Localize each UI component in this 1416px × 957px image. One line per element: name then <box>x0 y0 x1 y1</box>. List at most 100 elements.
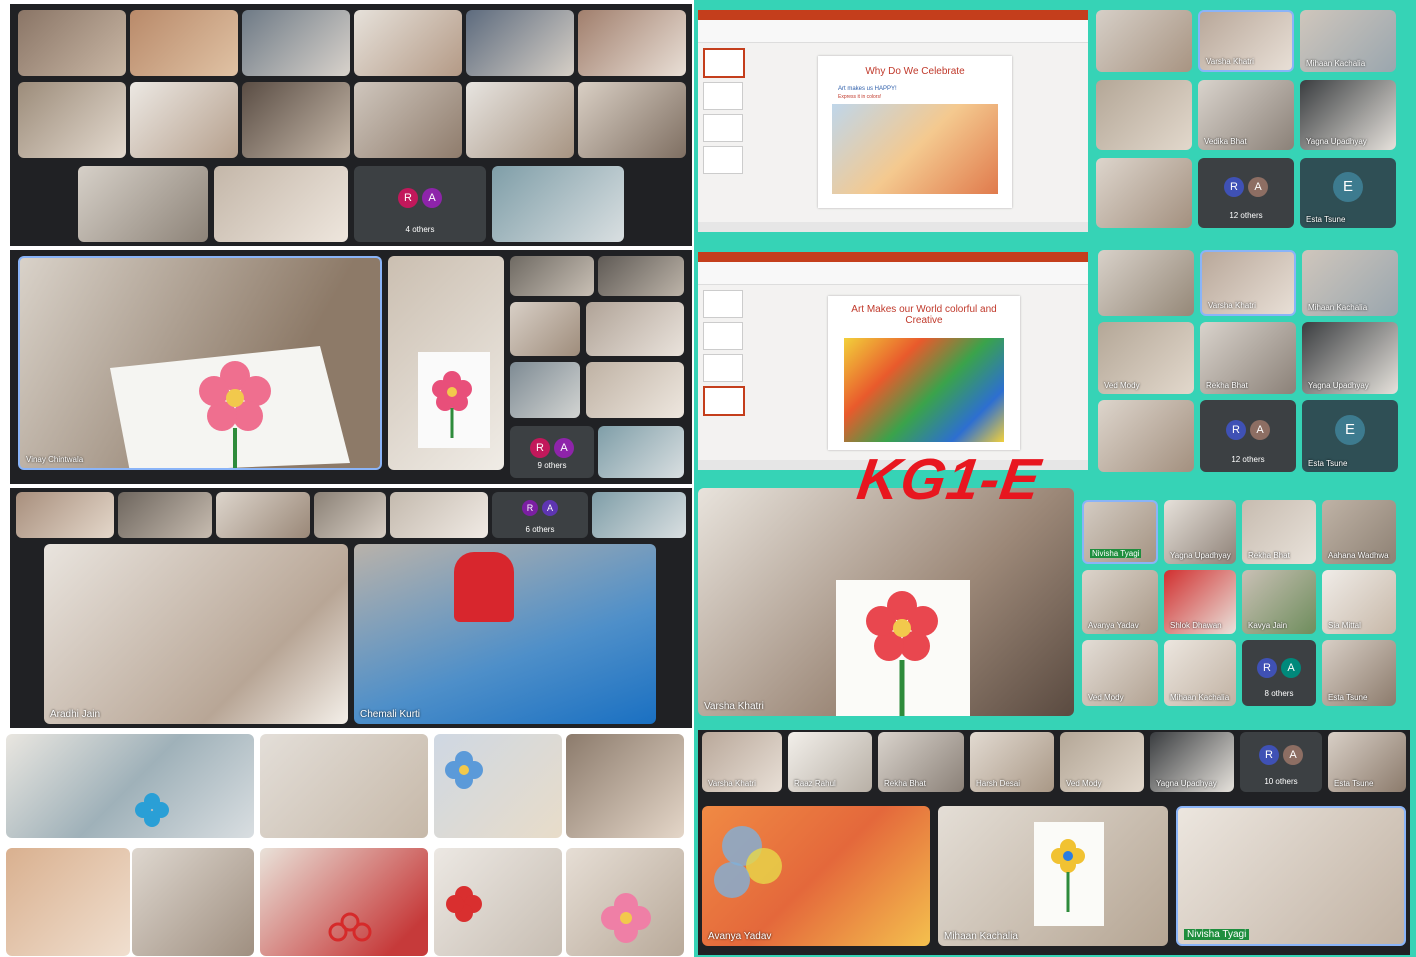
video-tile[interactable] <box>78 166 208 242</box>
slide-thumbnail[interactable] <box>703 290 743 318</box>
video-tile[interactable] <box>214 166 348 242</box>
video-tile[interactable]: E Esta Tsune <box>1302 400 1398 472</box>
video-tile[interactable]: Raaz Rahul <box>788 732 872 792</box>
avatar: R <box>1224 177 1244 198</box>
video-tile[interactable]: Ved Mody <box>1060 732 1144 792</box>
participant-name: Varsha Khatri <box>1208 301 1256 310</box>
video-tile[interactable]: Nivisha Tyagi <box>1082 500 1158 564</box>
video-tile-large[interactable]: Aradhi Jain <box>44 544 348 724</box>
spotlight-video[interactable]: Vinay Chintwala <box>18 256 382 470</box>
flower-drawing <box>328 912 372 942</box>
video-tile[interactable] <box>578 10 686 76</box>
video-tile[interactable]: Sia Mittal <box>1322 570 1396 634</box>
video-tile[interactable]: Yagna Upadhyay <box>1300 80 1396 150</box>
video-tile[interactable]: E Esta Tsune <box>1300 158 1396 228</box>
video-tile[interactable] <box>130 82 238 158</box>
avatar-group: R A <box>530 437 574 458</box>
video-tile[interactable] <box>1096 158 1192 228</box>
others-tile[interactable]: R A 6 others <box>492 492 588 538</box>
avatar: A <box>1283 744 1303 765</box>
flower-drawing <box>446 886 482 922</box>
slide-thumbnail[interactable] <box>703 146 743 174</box>
video-tile[interactable]: Yagna Upadhyay <box>1164 500 1236 564</box>
video-tile[interactable] <box>16 492 114 538</box>
video-tile[interactable]: Vedika Bhat <box>1198 80 1294 150</box>
video-tile[interactable] <box>510 362 580 418</box>
video-tile[interactable]: Rekha Bhat <box>1242 500 1316 564</box>
others-tile[interactable]: R A 12 others <box>1200 400 1296 472</box>
video-tile[interactable] <box>492 166 624 242</box>
video-tile[interactable] <box>1096 80 1192 150</box>
others-tile[interactable]: R A 9 others <box>510 426 594 478</box>
slide-thumbnail[interactable] <box>703 386 745 416</box>
video-tile[interactable] <box>510 256 594 296</box>
video-tile[interactable] <box>466 82 574 158</box>
video-tile[interactable] <box>118 492 212 538</box>
video-tile[interactable] <box>466 10 574 76</box>
video-tile-large[interactable]: Chemali Kurti <box>354 544 656 724</box>
video-tile[interactable] <box>354 10 462 76</box>
video-tile[interactable]: Esta Tsune <box>1322 640 1396 706</box>
video-tile[interactable]: Ved Mody <box>1098 322 1194 394</box>
participant-name: Vedika Bhat <box>1204 137 1247 146</box>
video-tile[interactable] <box>578 82 686 158</box>
flower-drawing <box>445 751 483 789</box>
participant-name: Aradhi Jain <box>50 709 101 720</box>
video-tile[interactable]: Avanya Yadav <box>1082 570 1158 634</box>
slide-thumbnail[interactable] <box>703 322 743 350</box>
video-tile[interactable] <box>1098 400 1194 472</box>
video-tile[interactable]: Mihaan Kachalia <box>1300 10 1396 72</box>
video-tile[interactable]: Harsh Desai <box>970 732 1054 792</box>
video-tile-large[interactable]: Mihaan Kachalia <box>938 806 1168 946</box>
video-tile[interactable] <box>390 492 488 538</box>
others-tile[interactable]: R A 8 others <box>1242 640 1316 706</box>
video-tile[interactable] <box>586 362 684 418</box>
video-tile[interactable]: Varsha Khatri <box>702 732 782 792</box>
video-tile[interactable] <box>388 256 504 470</box>
video-tile[interactable] <box>18 82 126 158</box>
video-tile[interactable] <box>510 302 580 356</box>
video-tile[interactable]: Varsha Khatri <box>1200 250 1296 316</box>
video-tile[interactable]: Kavya Jain <box>1242 570 1316 634</box>
slide-artwork <box>844 338 1004 442</box>
video-tile[interactable]: Ved Mody <box>1082 640 1158 706</box>
video-tile[interactable] <box>130 10 238 76</box>
video-tile[interactable] <box>598 426 684 478</box>
others-tile[interactable]: R A 4 others <box>354 166 486 242</box>
video-tile[interactable] <box>1098 250 1194 316</box>
video-tile[interactable]: Yagna Upadhyay <box>1150 732 1234 792</box>
video-tile[interactable] <box>242 82 350 158</box>
video-tile[interactable] <box>216 492 310 538</box>
video-tile[interactable]: Rekha Bhat <box>878 732 964 792</box>
flower-drawing <box>135 793 169 827</box>
slide-thumbnail[interactable] <box>703 114 743 142</box>
video-tile[interactable]: Aahana Wadhwa <box>1322 500 1396 564</box>
meet-gallery-b: Vinay Chintwala R A 9 others <box>10 250 692 484</box>
video-tile[interactable] <box>314 492 386 538</box>
video-tile[interactable]: Mihaan Kachalia <box>1302 250 1398 316</box>
spotlight-video[interactable]: Varsha Khatri <box>698 488 1074 716</box>
video-tile[interactable]: Rekha Bhat <box>1200 322 1296 394</box>
slide-thumbnail[interactable] <box>703 82 743 110</box>
video-tile[interactable] <box>1096 10 1192 72</box>
video-tile[interactable]: Mihaan Kachalia <box>1164 640 1236 706</box>
video-tile[interactable]: Esta Tsune <box>1328 732 1406 792</box>
others-tile[interactable]: R A 12 others <box>1198 158 1294 228</box>
slide-thumbnail[interactable] <box>703 354 743 382</box>
video-tile[interactable] <box>354 82 462 158</box>
video-tile[interactable] <box>586 302 684 356</box>
title-bar <box>698 252 1088 262</box>
video-tile[interactable] <box>242 10 350 76</box>
video-tile[interactable]: Yagna Upadhyay <box>1302 322 1398 394</box>
video-tile[interactable] <box>598 256 684 296</box>
video-tile[interactable]: Shlok Dhawan <box>1164 570 1236 634</box>
others-tile[interactable]: R A 10 others <box>1240 732 1322 792</box>
video-tile[interactable]: Varsha Khatri <box>1198 10 1294 72</box>
slide-thumbnails <box>700 44 745 220</box>
video-tile-large[interactable]: Nivisha Tyagi <box>1176 806 1406 946</box>
video-tile-large[interactable]: Avanya Yadav <box>702 806 930 946</box>
slide-thumbnail[interactable] <box>703 48 745 78</box>
video-tile[interactable] <box>18 10 126 76</box>
video-tile[interactable] <box>592 492 686 538</box>
meet-gallery-g: Varsha Khatri Raaz Rahul Rekha Bhat Hars… <box>694 726 1416 957</box>
